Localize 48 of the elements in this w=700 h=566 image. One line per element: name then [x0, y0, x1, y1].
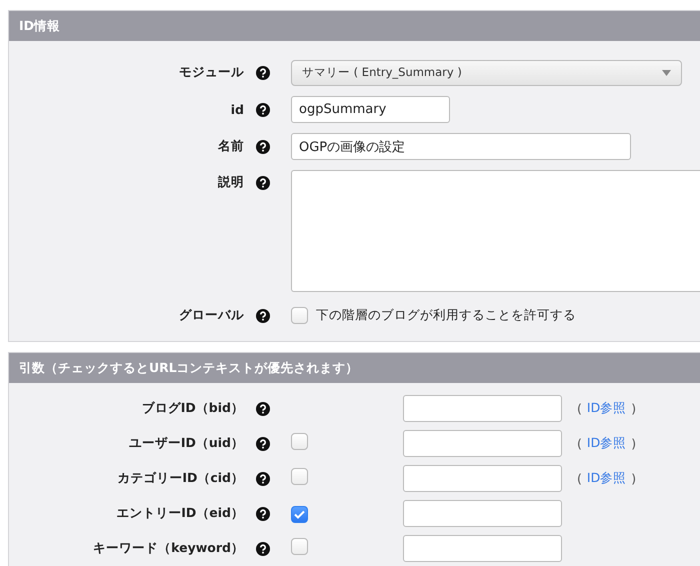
help-icon[interactable]: [256, 506, 270, 520]
bracket-text: (: [577, 471, 582, 486]
help-icon[interactable]: [256, 402, 270, 416]
help-icon[interactable]: [256, 102, 270, 116]
bracket-text: ): [631, 436, 636, 451]
help-icon[interactable]: [256, 436, 270, 450]
checkbox[interactable]: [291, 307, 308, 324]
help-icon[interactable]: [256, 66, 270, 80]
id-reference-link[interactable]: ID参照: [586, 470, 626, 487]
value-field[interactable]: [403, 395, 562, 422]
field-label: エントリーID（eid）: [116, 505, 245, 522]
field-label: ブログID（bid）: [142, 400, 245, 417]
id-field[interactable]: ogpSummary: [291, 96, 450, 123]
section-header: ID情報: [9, 11, 700, 41]
help-icon[interactable]: [256, 472, 270, 486]
help-icon[interactable]: [256, 542, 270, 556]
checkbox-label: 下の階層のブログが利用することを許可する: [316, 307, 576, 324]
checkbox[interactable]: [291, 506, 308, 523]
id-reference-link[interactable]: ID参照: [586, 435, 626, 452]
checkbox[interactable]: [291, 538, 308, 555]
section-header: 引数（チェックするとURLコンテキストが優先されます）: [9, 353, 700, 383]
field-label: モジュール: [179, 64, 245, 81]
value-field[interactable]: [403, 430, 562, 457]
field-label: キーワード（keyword）: [93, 540, 245, 557]
help-icon[interactable]: [256, 176, 270, 190]
field-label: グローバル: [179, 307, 245, 324]
field-label: 名前: [218, 138, 245, 155]
bracket-text: (: [577, 436, 582, 451]
caret-icon: [662, 70, 671, 76]
value-field[interactable]: [403, 500, 562, 527]
field-label: 説明: [218, 173, 245, 191]
description-field[interactable]: [291, 170, 700, 292]
bracket-text: ): [631, 401, 636, 416]
checkmark-icon: [294, 510, 305, 519]
bracket-text: (: [577, 401, 582, 416]
value-field[interactable]: [403, 465, 562, 492]
name-field[interactable]: OGPの画像の設定: [291, 133, 631, 160]
help-icon[interactable]: [256, 308, 270, 322]
field-label: ユーザーID（uid）: [128, 435, 245, 452]
value-field[interactable]: [403, 535, 562, 562]
module-select[interactable]: サマリー ( Entry_Summary ): [291, 60, 682, 86]
checkbox[interactable]: [291, 433, 308, 450]
help-icon[interactable]: [256, 140, 270, 154]
bracket-text: ): [631, 471, 636, 486]
checkbox[interactable]: [291, 468, 308, 485]
id-reference-link[interactable]: ID参照: [586, 400, 626, 417]
field-label: カテゴリーID（cid）: [117, 470, 245, 487]
field-label: id: [230, 102, 245, 117]
